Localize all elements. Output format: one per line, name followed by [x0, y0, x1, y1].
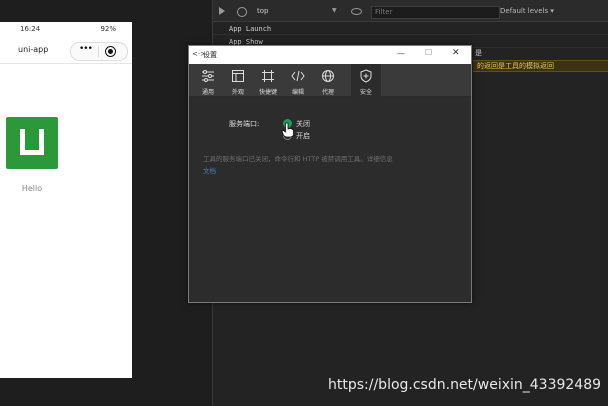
code-icon — [291, 70, 305, 82]
console-toolbar: top ▼ Filter Default levels ▾ — [213, 0, 608, 22]
globe-icon — [322, 70, 334, 82]
tab-shortcuts[interactable]: 快捷键 — [253, 64, 283, 97]
maximize-button[interactable]: ☐ — [425, 48, 432, 57]
dialog-title: 设置 — [203, 51, 217, 59]
radio-on-label[interactable]: 开启 — [296, 131, 310, 141]
chevron-down-icon[interactable]: ▼ — [332, 7, 337, 14]
settings-tabbar: 通用 外观 快捷键 编辑 代理 安全 — [189, 64, 471, 97]
tab-appearance[interactable]: 外观 — [223, 64, 253, 97]
more-icon[interactable]: ••• — [79, 44, 93, 54]
tab-label: 快捷键 — [258, 89, 277, 96]
dialog-titlebar: <·> 设置 — ☐ ✕ — [189, 46, 471, 64]
play-icon[interactable] — [219, 7, 225, 15]
clear-icon[interactable] — [237, 7, 247, 17]
log-partial-text: 是 — [475, 49, 482, 57]
sliders-icon — [202, 70, 214, 82]
filter-input[interactable]: Filter — [371, 6, 500, 19]
phone-status-bar: 16:24 92% — [0, 22, 132, 36]
log-line: App Launch — [213, 23, 608, 35]
warning-line: 的返回是工具的模拟返回 — [473, 60, 608, 72]
shortcut-icon — [262, 70, 274, 82]
window-icon — [232, 70, 244, 82]
phone-nav-bar: uni-app ••• — [0, 38, 132, 64]
logo-u-shape — [20, 129, 44, 155]
tab-label: 外观 — [231, 89, 244, 96]
capsule-divider — [98, 46, 99, 57]
description-text: 工具的服务端口已关闭，命令行和 HTTP 被禁调用工具。详细信息 — [203, 155, 393, 163]
shield-icon — [360, 69, 372, 83]
hand-cursor-icon — [281, 122, 294, 138]
tab-proxy[interactable]: 代理 — [313, 64, 343, 97]
tab-label: 安全 — [359, 89, 372, 96]
close-button[interactable]: ✕ — [452, 48, 460, 58]
phone-screen: 16:24 92% uni-app ••• Hello — [0, 22, 132, 378]
status-time: 16:24 — [20, 25, 41, 33]
levels-dropdown[interactable]: Default levels ▾ — [500, 7, 554, 15]
tab-general[interactable]: 通用 — [193, 64, 223, 97]
security-description: 工具的服务端口已关闭，命令行和 HTTP 被禁调用工具。详细信息 文档 — [203, 153, 453, 177]
nav-title: uni-app — [18, 45, 49, 54]
service-port-label: 服务端口: — [229, 120, 260, 128]
tab-label: 代理 — [321, 89, 334, 96]
radio-off-label[interactable]: 关闭 — [296, 119, 310, 129]
tab-label: 编辑 — [291, 89, 304, 96]
hello-text: Hello — [21, 184, 43, 193]
capsule-menu[interactable]: ••• — [70, 42, 128, 61]
docs-link[interactable]: 文档 — [203, 167, 216, 175]
tab-editor[interactable]: 编辑 — [283, 64, 313, 97]
settings-dialog: <·> 设置 — ☐ ✕ 通用 外观 快捷键 编辑 代理 安全 服务端口: 关闭… — [188, 45, 472, 303]
close-miniapp-icon[interactable] — [105, 46, 116, 57]
context-select[interactable]: top — [257, 7, 268, 15]
tab-label: 通用 — [201, 89, 214, 96]
tab-security[interactable]: 安全 — [351, 64, 381, 97]
minimize-button[interactable]: — — [397, 49, 405, 58]
status-battery: 92% — [100, 25, 116, 33]
eye-icon[interactable] — [351, 8, 362, 15]
uni-app-logo — [6, 117, 58, 169]
watermark-url: https://blog.csdn.net/weixin_43392489 — [328, 377, 602, 393]
